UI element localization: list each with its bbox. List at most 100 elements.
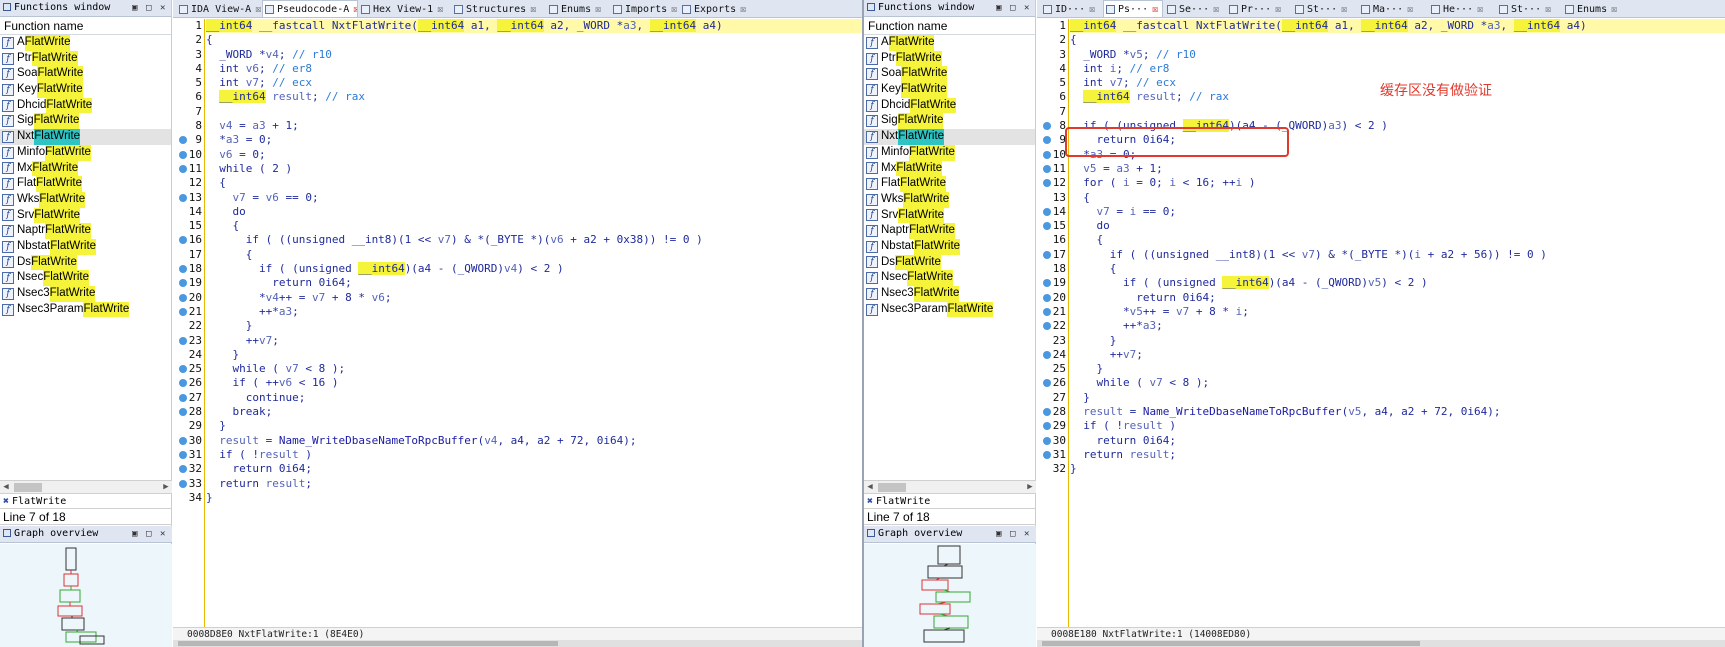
tab[interactable]: Structures ☒ <box>452 1 546 17</box>
code-line[interactable]: { <box>1070 262 1725 276</box>
tab-close-icon[interactable]: ☒ <box>1341 4 1347 15</box>
close-icon[interactable]: ✕ <box>160 0 165 16</box>
breakpoint-dot-icon[interactable] <box>1043 279 1051 288</box>
scroll-left-icon[interactable]: ◀ <box>0 481 12 494</box>
code-line[interactable]: *v5++ = v7 + 8 * i; <box>1070 305 1725 319</box>
function-name-column-header[interactable]: Function name <box>0 17 171 35</box>
breakpoint-dot-icon[interactable] <box>179 465 187 474</box>
breakpoint-dot-icon[interactable] <box>1043 450 1051 459</box>
line-number[interactable]: 3 <box>173 48 204 62</box>
line-number[interactable]: 26 <box>1037 376 1068 390</box>
line-number[interactable]: 10 <box>1037 148 1068 162</box>
breakpoint-dot-icon[interactable] <box>1043 293 1051 302</box>
line-number[interactable]: 30 <box>1037 434 1068 448</box>
line-number[interactable]: 27 <box>173 391 204 405</box>
code-line[interactable]: if ( ((unsigned __int8)(1 << v7) & *(_BY… <box>206 233 863 247</box>
line-number[interactable]: 18 <box>1037 262 1068 276</box>
function-filter[interactable]: ✖ FlatWrite <box>864 495 1036 509</box>
line-number[interactable]: 20 <box>1037 291 1068 305</box>
tab-close-icon[interactable]: ☒ <box>1275 4 1281 15</box>
code-line[interactable]: ++v7; <box>206 334 863 348</box>
line-number[interactable]: 5 <box>1037 76 1068 90</box>
function-list-item[interactable]: f Mx FlatWrite <box>0 160 171 177</box>
function-list-item[interactable]: f Nbstat FlatWrite <box>0 238 171 255</box>
code-line[interactable]: ++v7; <box>1070 348 1725 362</box>
function-list-item[interactable]: f A FlatWrite <box>0 35 171 51</box>
function-list-item[interactable]: f Nsec FlatWrite <box>864 270 1035 287</box>
function-list-item[interactable]: f Soa FlatWrite <box>864 66 1035 83</box>
line-number[interactable]: 12 <box>173 176 204 190</box>
tab-close-icon[interactable]: ☒ <box>740 4 746 15</box>
function-list-item[interactable]: f Flat FlatWrite <box>864 176 1035 192</box>
line-number[interactable]: 10 <box>173 148 204 162</box>
tab[interactable]: Ma··· ☒ <box>1359 1 1427 17</box>
breakpoint-dot-icon[interactable] <box>179 236 187 245</box>
pin-icon[interactable]: □ <box>146 0 151 16</box>
pin-icon[interactable]: □ <box>1010 0 1015 16</box>
line-number[interactable]: 8 <box>1037 119 1068 133</box>
function-filter[interactable]: ✖ FlatWrite <box>0 495 172 509</box>
float-icon[interactable]: ▣ <box>996 0 1001 16</box>
line-number[interactable]: 21 <box>173 305 204 319</box>
breakpoint-dot-icon[interactable] <box>1043 207 1051 216</box>
tab-close-icon[interactable]: ☒ <box>595 4 601 15</box>
line-number[interactable]: 8 <box>173 119 204 133</box>
function-list-item[interactable]: f Ptr FlatWrite <box>0 50 171 67</box>
line-number[interactable]: 11 <box>173 162 204 176</box>
float-icon[interactable]: ▣ <box>996 526 1001 542</box>
tab[interactable]: Pr··· ☒ <box>1227 1 1291 17</box>
breakpoint-dot-icon[interactable] <box>1043 250 1051 259</box>
function-list-item[interactable]: f Dhcid FlatWrite <box>0 97 171 114</box>
editor-hscrollbar[interactable] <box>1037 640 1725 647</box>
line-number[interactable]: 2 <box>173 33 204 47</box>
line-number[interactable]: 19 <box>1037 276 1068 290</box>
code-line[interactable]: *v4++ = v7 + 8 * v6; <box>206 291 863 305</box>
tab-close-icon[interactable]: ☒ <box>1545 4 1551 15</box>
code-line[interactable]: } <box>206 491 863 505</box>
code-line[interactable]: { <box>206 176 863 190</box>
tab[interactable]: Pseudocode-A☒ <box>262 0 358 17</box>
graph-overview[interactable] <box>864 544 1036 647</box>
function-list-item[interactable]: f Minfo FlatWrite <box>0 144 171 161</box>
breakpoint-dot-icon[interactable] <box>179 150 187 159</box>
line-number[interactable]: 31 <box>173 448 204 462</box>
code-line[interactable]: if ( ((unsigned __int8)(1 << v7) & *(_BY… <box>1070 248 1725 262</box>
code-line[interactable]: int v6; // er8 <box>206 62 863 76</box>
code-line[interactable]: } <box>206 419 863 433</box>
line-number[interactable]: 1 <box>1037 19 1068 33</box>
line-number[interactable]: 16 <box>173 233 204 247</box>
tab-close-icon[interactable]: ☒ <box>1407 4 1413 15</box>
tab[interactable]: St··· ☒ <box>1293 1 1357 17</box>
breakpoint-dot-icon[interactable] <box>1043 222 1051 231</box>
line-number[interactable]: 4 <box>173 62 204 76</box>
function-list-hscrollbar[interactable]: ◀ ▶ <box>864 480 1036 494</box>
code-line[interactable]: if ( ++v6 < 16 ) <box>206 376 863 390</box>
tab[interactable]: Imports ☒ <box>611 1 679 17</box>
code-line[interactable]: { <box>206 248 863 262</box>
code-line[interactable]: return 0i64; <box>1070 291 1725 305</box>
line-number[interactable]: 17 <box>1037 248 1068 262</box>
tab-close-icon[interactable]: ☒ <box>1213 4 1219 15</box>
code-line[interactable]: } <box>206 348 863 362</box>
code-line[interactable]: { <box>1070 191 1725 205</box>
function-name-column-header[interactable]: Function name <box>864 17 1035 35</box>
line-number[interactable]: 32 <box>1037 462 1068 476</box>
line-number[interactable]: 15 <box>1037 219 1068 233</box>
code-line[interactable]: do <box>1070 219 1725 233</box>
pseudocode-view[interactable]: 1 2 3 4 5 6 7 8 9 10 11 12 13 14 15 16 17 18 19 20 21 22 23 24 2… <box>1037 19 1725 627</box>
function-list-item[interactable]: f Wks FlatWrite <box>0 191 171 208</box>
breakpoint-dot-icon[interactable] <box>1043 179 1051 188</box>
code-line[interactable]: v7 = i == 0; <box>1070 205 1725 219</box>
code-line[interactable]: do <box>206 205 863 219</box>
tab[interactable]: Exports ☒ <box>680 1 758 17</box>
line-number[interactable]: 5 <box>173 76 204 90</box>
tab-close-icon[interactable]: ☒ <box>353 4 357 15</box>
code-line[interactable] <box>1070 105 1725 119</box>
line-number[interactable]: 26 <box>173 376 204 390</box>
code-line[interactable]: while ( v7 < 8 ); <box>206 362 863 376</box>
breakpoint-dot-icon[interactable] <box>179 450 187 459</box>
breakpoint-dot-icon[interactable] <box>1043 422 1051 431</box>
function-list-item[interactable]: f Nxt FlatWrite <box>864 129 1035 145</box>
code-line[interactable]: } <box>1070 362 1725 376</box>
breakpoint-dot-icon[interactable] <box>179 408 187 417</box>
